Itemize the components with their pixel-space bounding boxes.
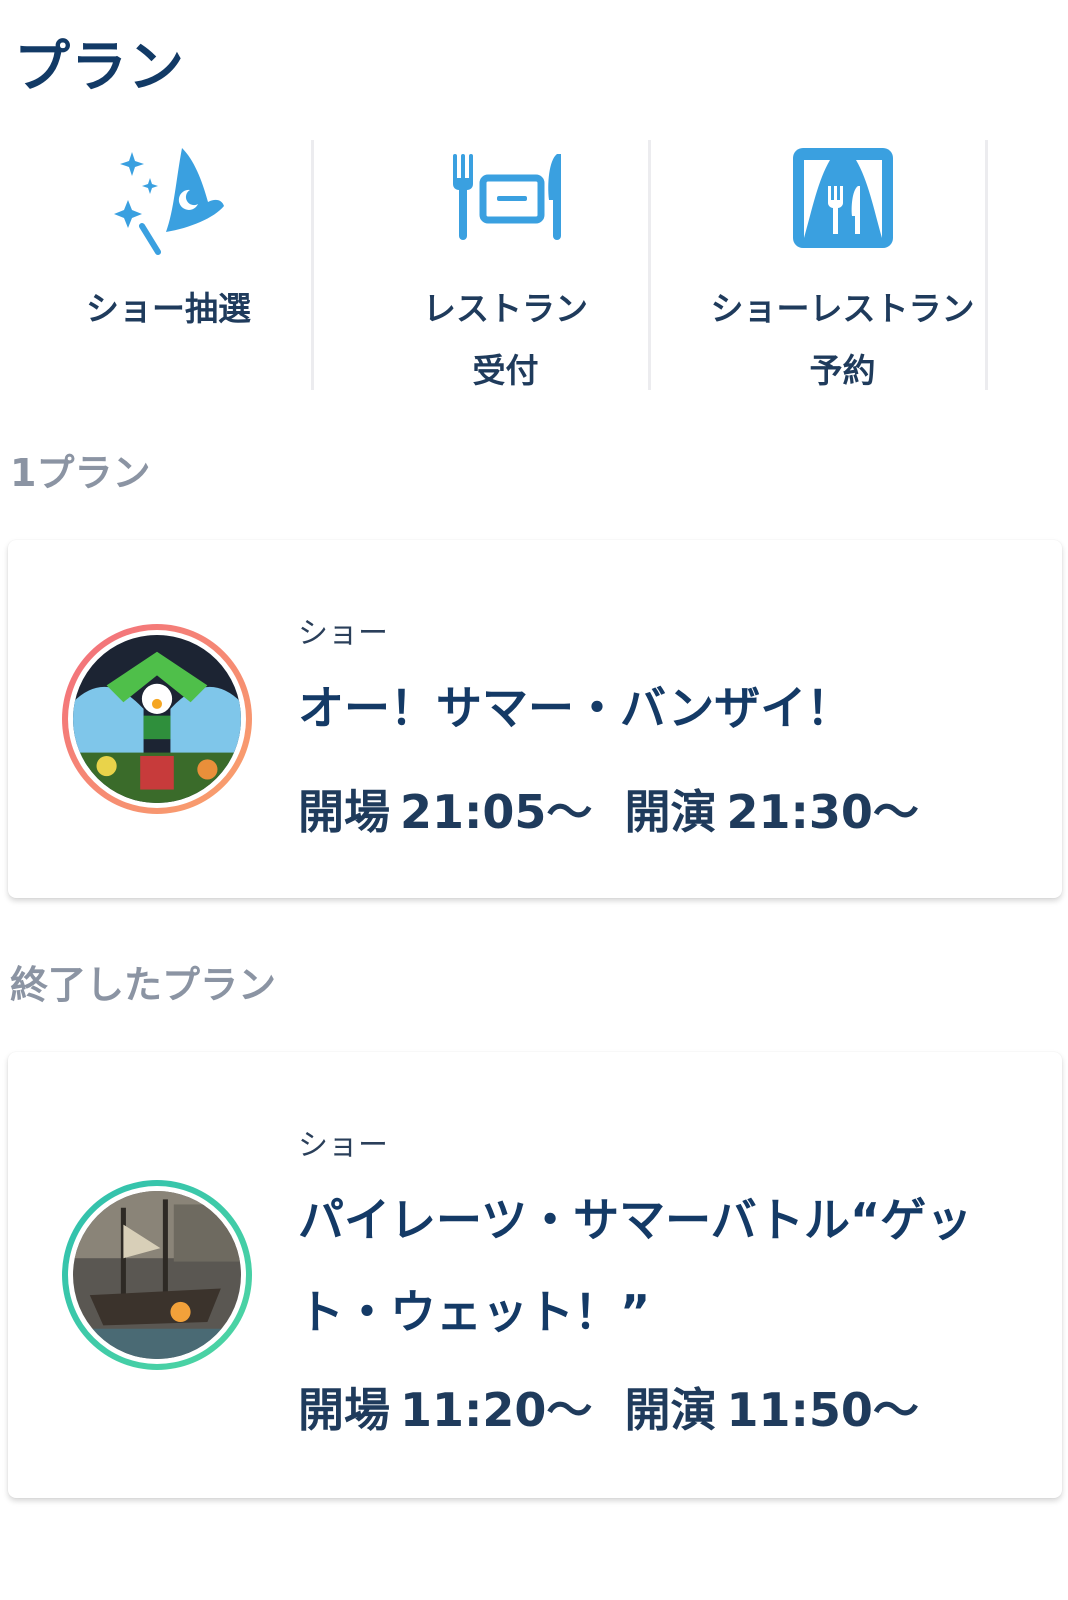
plan-category: ショー: [298, 1128, 388, 1163]
menu-divider: [311, 140, 314, 390]
plan-title: オー！サマー・バンザイ！: [298, 681, 853, 735]
section-label-active: 1プラン: [10, 451, 151, 495]
plan-thumbnail: [62, 1180, 252, 1370]
menu-item-label: ショー抽選: [86, 289, 251, 328]
start-label: 開演: [624, 785, 717, 839]
show-thumbnail-image: [73, 1191, 241, 1359]
plan-title: パイレーツ・サマーバトル“ゲット・ウェット！”: [298, 1193, 973, 1339]
plan-page: プラン ショー抽選 レストラン 受付 ショーレストラン 予約 1プラン ショー …: [0, 0, 1068, 1600]
start-time: 11:50〜: [726, 1383, 919, 1437]
menu-item-show-lottery[interactable]: ショー抽選: [0, 140, 337, 390]
open-label: 開場: [298, 785, 390, 839]
start-time: 21:30〜: [726, 785, 919, 839]
menu-divider: [648, 140, 651, 390]
menu-item-restaurant[interactable]: レストラン 受付: [337, 140, 674, 390]
plan-menu: ショー抽選 レストラン 受付 ショーレストラン 予約: [0, 140, 1068, 390]
show-thumbnail-image: [73, 635, 241, 803]
plan-category: ショー: [298, 616, 388, 651]
open-label: 開場: [298, 1383, 390, 1437]
plan-card[interactable]: ショー オー！サマー・バンザイ！ 開場 21:05〜 開演 21:30〜: [8, 540, 1062, 898]
plan-thumbnail: [62, 624, 252, 814]
section-label-finished: 終了したプラン: [10, 963, 277, 1007]
restaurant-icon: [441, 140, 571, 260]
page-title: プラン: [14, 35, 185, 100]
plan-time: 開場 11:20〜 開演 11:50〜: [298, 1374, 929, 1440]
menu-item-label: レストラン 受付: [423, 289, 588, 390]
open-time: 21:05〜: [400, 785, 593, 839]
plan-time: 開場 21:05〜 開演 21:30〜: [298, 776, 929, 842]
wizard-hat-icon: [104, 140, 234, 260]
plan-card[interactable]: ショー パイレーツ・サマーバトル“ゲット・ウェット！” 開場 11:20〜 開演 11…: [8, 1052, 1062, 1498]
menu-divider: [985, 140, 988, 390]
menu-item-show-restaurant[interactable]: ショーレストラン 予約: [674, 140, 1011, 390]
start-label: 開演: [624, 1383, 717, 1437]
menu-item-label: ショーレストラン 予約: [710, 289, 975, 390]
show-restaurant-icon: [778, 140, 908, 260]
open-time: 11:20〜: [400, 1383, 593, 1437]
